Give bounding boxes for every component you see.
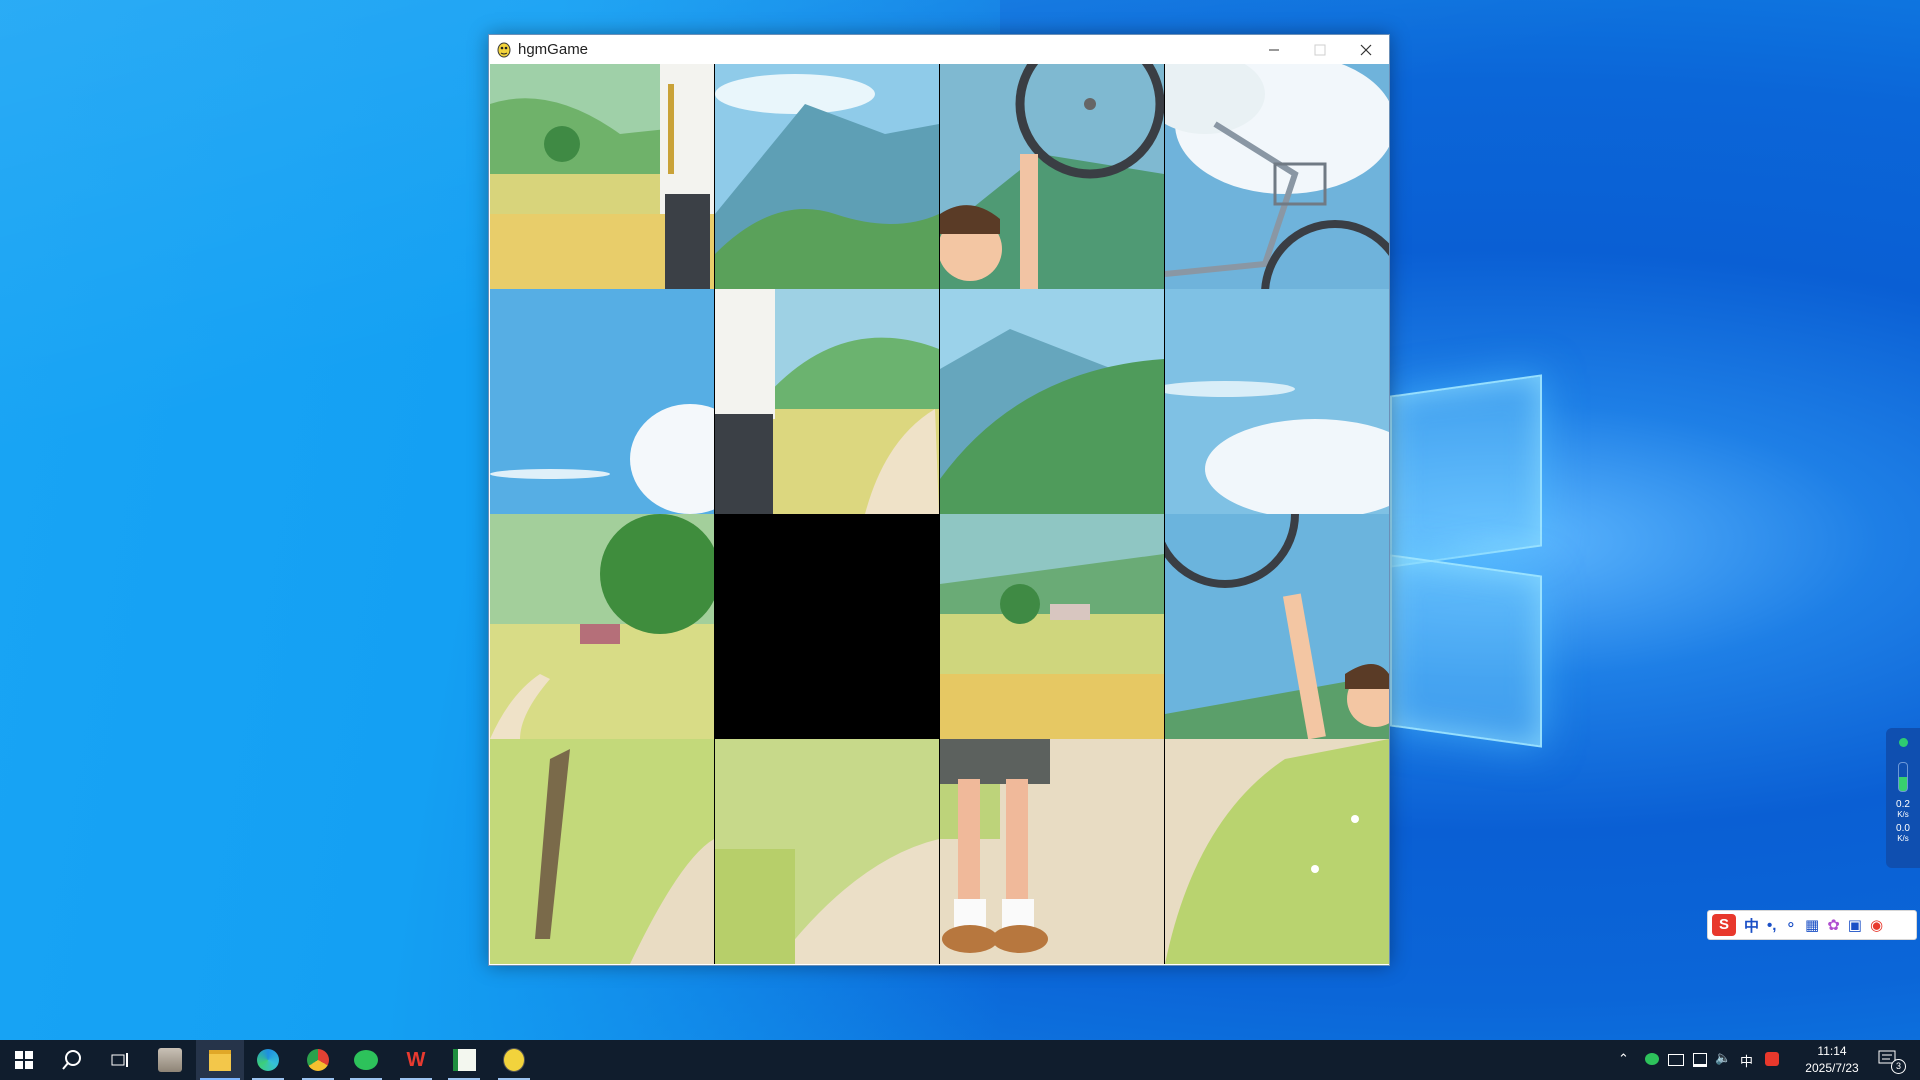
pygame-snake-icon <box>497 42 511 58</box>
sogou-tray-icon[interactable] <box>1765 1052 1779 1066</box>
puzzle-tile[interactable] <box>715 739 939 964</box>
game-window[interactable]: hgmGame <box>488 34 1390 966</box>
battery-icon[interactable] <box>1668 1054 1684 1066</box>
status-dot-icon <box>1886 728 1920 750</box>
puzzle-tile[interactable] <box>1165 739 1389 964</box>
windows-logo-pane <box>1390 374 1542 568</box>
clock-date: 2025/7/23 <box>1805 1061 1859 1075</box>
avatar-icon[interactable]: ◉ <box>1870 916 1883 934</box>
ime-punct[interactable]: •, <box>1767 917 1776 934</box>
taskbar-app-pygame[interactable] <box>490 1040 538 1080</box>
wechat-tray-icon[interactable] <box>1645 1053 1659 1065</box>
spreadsheet-icon <box>452 1049 476 1071</box>
ime-mode[interactable]: 中 <box>1744 915 1759 936</box>
volume-muted-icon[interactable]: 🔈 <box>1715 1050 1731 1066</box>
close-icon <box>1360 44 1372 55</box>
puzzle-tile[interactable] <box>490 289 714 514</box>
puzzle-tile[interactable] <box>940 514 1164 739</box>
puzzle-tile[interactable] <box>940 739 1164 964</box>
taskbar-app-photo[interactable] <box>146 1040 194 1080</box>
puzzle-tile[interactable] <box>940 289 1164 514</box>
wechat-icon <box>354 1050 378 1070</box>
maximize-icon <box>1314 44 1326 55</box>
microphone-icon[interactable]: ⚬ <box>1784 916 1797 934</box>
puzzle-tile[interactable] <box>940 64 1164 289</box>
sogou-logo-icon[interactable]: S <box>1712 914 1736 936</box>
taskbar: W ⌃ 🔈 中 11:14 2025/7/23 3 <box>0 1040 1920 1080</box>
task-view-icon <box>111 1053 128 1067</box>
window-title: hgmGame <box>518 41 589 58</box>
ime-toolbar[interactable]: S 中 •, ⚬ ▦ ✿ ▣ ◉ <box>1707 910 1917 940</box>
download-unit: K/s <box>1897 834 1909 843</box>
download-speed: 0.0 <box>1896 823 1910 834</box>
clock-time: 11:14 <box>1817 1044 1847 1058</box>
puzzle-tile[interactable] <box>490 739 714 964</box>
tray-overflow-icon[interactable]: ⌃ <box>1618 1051 1629 1067</box>
taskbar-app-spreadsheet[interactable] <box>440 1040 488 1080</box>
toolbox-icon[interactable]: ▣ <box>1848 916 1862 934</box>
notification-count: 3 <box>1891 1059 1906 1074</box>
wps-icon: W <box>406 1048 426 1071</box>
taskbar-app-chrome[interactable] <box>294 1040 342 1080</box>
blank-tile <box>715 514 939 739</box>
chrome-icon <box>307 1049 329 1071</box>
meter-icon <box>1898 762 1908 792</box>
puzzle-tile[interactable] <box>1165 514 1389 739</box>
photo-app-icon <box>158 1048 182 1072</box>
puzzle-board[interactable] <box>490 64 1389 964</box>
maximize-button[interactable] <box>1297 35 1343 64</box>
upload-speed: 0.2 <box>1896 799 1910 810</box>
puzzle-tile[interactable] <box>715 289 939 514</box>
skin-icon[interactable]: ✿ <box>1827 916 1840 934</box>
tray-lang[interactable]: 中 <box>1740 1051 1753 1070</box>
edge-icon <box>257 1049 279 1071</box>
start-button[interactable] <box>0 1040 48 1080</box>
taskbar-app-explorer[interactable] <box>196 1040 244 1080</box>
minimize-button[interactable] <box>1251 35 1297 64</box>
search-icon <box>62 1050 81 1070</box>
window-titlebar[interactable]: hgmGame <box>489 35 1389 64</box>
file-explorer-icon <box>209 1049 231 1071</box>
network-speed-widget[interactable]: 0.2 K/s 0.0 K/s <box>1886 728 1920 868</box>
upload-unit: K/s <box>1897 810 1909 819</box>
puzzle-tile[interactable] <box>715 64 939 289</box>
clock[interactable]: 11:14 2025/7/23 <box>1797 1043 1867 1077</box>
taskbar-app-wps[interactable]: W <box>392 1040 440 1080</box>
network-icon[interactable] <box>1693 1053 1707 1067</box>
puzzle-tile[interactable] <box>490 514 714 739</box>
puzzle-tile[interactable] <box>1165 64 1389 289</box>
minimize-icon <box>1269 49 1279 50</box>
puzzle-tile[interactable] <box>1165 289 1389 514</box>
puzzle-tile[interactable] <box>490 64 714 289</box>
taskbar-app-wechat[interactable] <box>342 1040 390 1080</box>
search-button[interactable] <box>48 1040 96 1080</box>
pygame-icon <box>503 1048 525 1072</box>
start-icon <box>15 1051 33 1069</box>
keyboard-icon[interactable]: ▦ <box>1805 916 1819 934</box>
taskbar-app-edge[interactable] <box>244 1040 292 1080</box>
close-button[interactable] <box>1343 35 1389 64</box>
notification-center-button[interactable]: 3 <box>1878 1048 1906 1074</box>
task-view-button[interactable] <box>96 1040 144 1080</box>
windows-logo-pane <box>1390 554 1542 748</box>
